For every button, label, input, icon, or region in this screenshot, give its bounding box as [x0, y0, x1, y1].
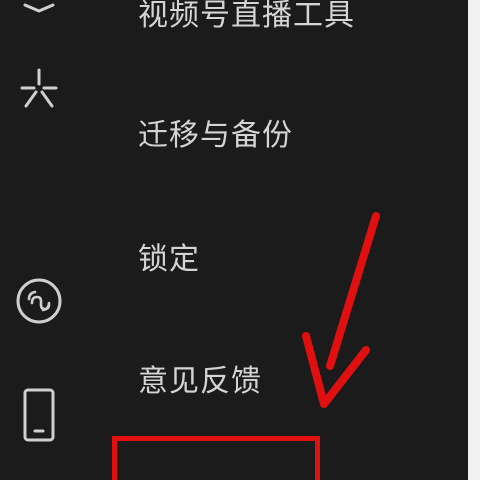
menu-item-live-tools[interactable]: 视频号直播工具 — [138, 0, 438, 42]
highlight-box-annotation — [112, 436, 320, 480]
menu-item-feedback[interactable]: 意见反馈 — [138, 348, 438, 408]
menu-item-label: 锁定 — [138, 242, 200, 277]
menu-item-lock[interactable]: 锁定 — [138, 226, 438, 286]
menu-panel: 视频号直播工具 迁移与备份 锁定 意见反馈 — [0, 0, 468, 480]
menu-item-label: 视频号直播工具 — [138, 0, 355, 33]
menu-item-label: 迁移与备份 — [138, 118, 293, 153]
cut-off-top-icon[interactable] — [12, 0, 66, 22]
phone-icon[interactable] — [12, 388, 66, 442]
menu-item-migrate-backup[interactable]: 迁移与备份 — [138, 102, 438, 162]
mini-program-icon[interactable] — [12, 274, 66, 328]
window-edge — [468, 0, 480, 480]
menu-item-label: 意见反馈 — [138, 364, 262, 399]
sidebar — [0, 0, 78, 480]
sparkle-icon[interactable] — [12, 62, 66, 116]
